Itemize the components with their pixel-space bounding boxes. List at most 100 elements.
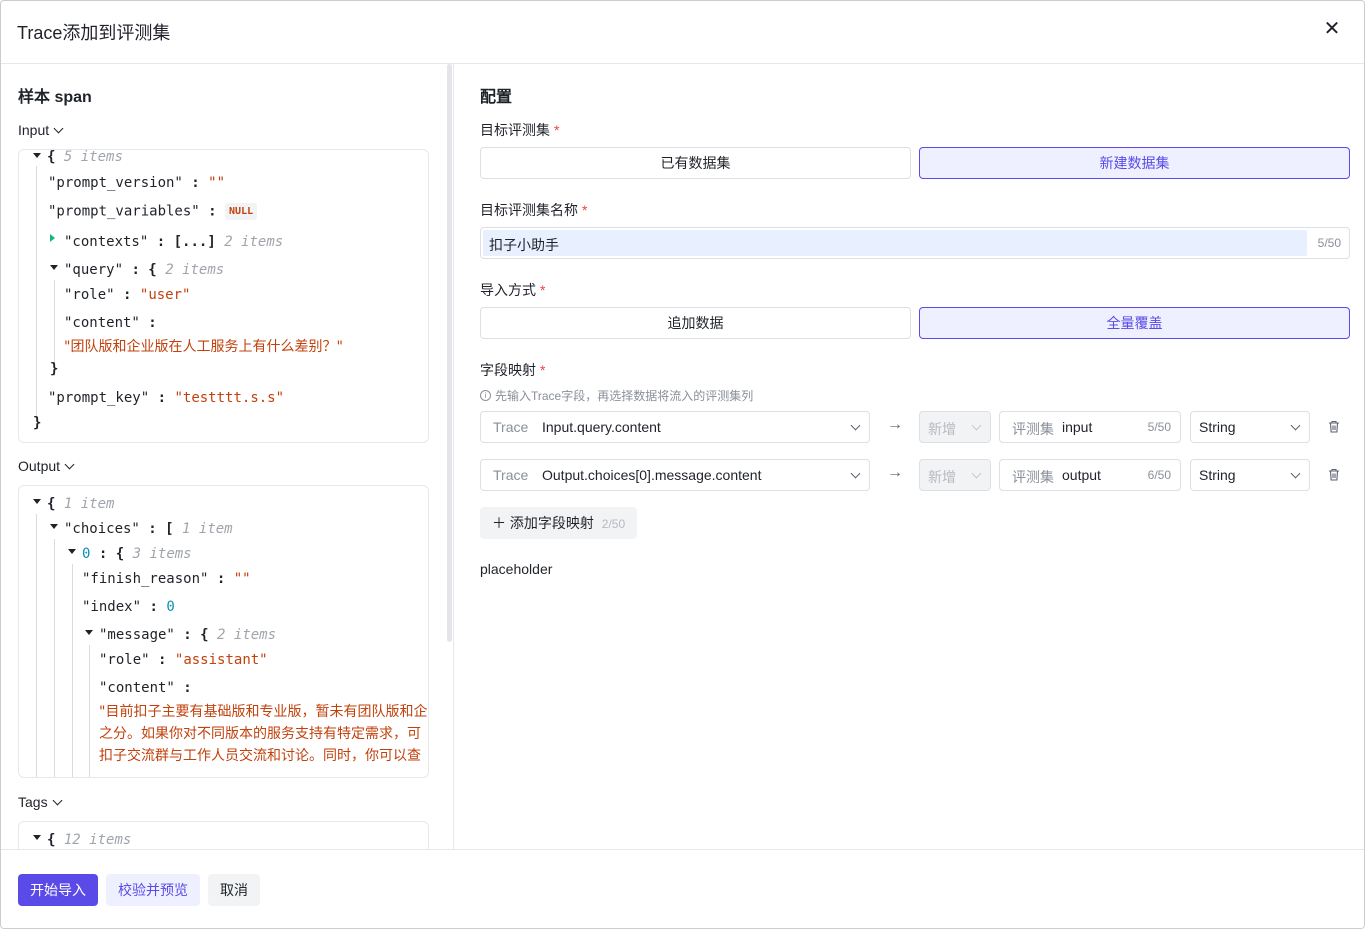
arrow-right-icon: → — [887, 416, 903, 433]
json-root-open: { 5 items — [47, 149, 123, 165]
trash-icon[interactable] — [1328, 420, 1340, 433]
chevron-down-icon — [971, 468, 982, 479]
trace-field-select[interactable]: Trace Input.query.content — [480, 411, 870, 443]
json-row: "role" : "user" — [64, 287, 191, 303]
plus-icon: ＋ — [492, 515, 506, 531]
collapse-triangle-icon[interactable] — [33, 153, 41, 158]
chevron-down-icon — [850, 420, 861, 431]
collapse-triangle-icon[interactable] — [50, 265, 58, 270]
json-row: "prompt_key" : "testttt.s.s" — [48, 390, 285, 406]
field-mapping-label: 字段映射 * — [480, 362, 546, 378]
trash-icon[interactable] — [1328, 468, 1340, 481]
tags-json-viewer: { 12 items — [18, 821, 429, 849]
output-collapse-toggle[interactable]: Output — [18, 458, 75, 474]
json-row: "choices" : [ 1 item — [64, 521, 233, 537]
trace-prefix: Trace — [493, 419, 529, 435]
dataset-column-input[interactable]: 评测集 input 5/50 — [999, 411, 1181, 443]
validate-preview-button[interactable]: 校验并预览 — [106, 874, 200, 906]
arrow-right-icon: → — [887, 464, 903, 481]
json-root-open: { 1 item — [47, 496, 115, 512]
input-collapse-toggle[interactable]: Input — [18, 122, 64, 138]
json-row: "content" : — [99, 680, 192, 696]
add-field-mapping-button[interactable]: ＋ 添加字段映射 2/50 — [480, 507, 638, 539]
dataset-column-counter: 6/50 — [1147, 468, 1171, 482]
json-root-open: { 12 items — [47, 832, 132, 848]
chevron-down-icon — [1290, 468, 1301, 479]
json-row: "message" : { 2 items — [99, 627, 277, 643]
column-type-select[interactable]: String — [1190, 459, 1310, 491]
start-import-button[interactable]: 开始导入 — [18, 874, 98, 906]
collapse-triangle-icon[interactable] — [85, 630, 93, 635]
expand-triangle-icon[interactable] — [50, 234, 55, 242]
json-guide-line — [36, 514, 37, 777]
config-panel: 配置 目标评测集 * 已有数据集 新建数据集 目标评测集名称 * 扣子小助手 5/5… — [454, 64, 1364, 849]
overwrite-all-option[interactable]: 全量覆盖 — [919, 307, 1350, 339]
json-guide-line — [89, 645, 90, 777]
json-guide-line — [72, 564, 73, 777]
json-row: "prompt_version" : "" — [48, 175, 226, 191]
target-dataset-label: 目标评测集 * — [480, 122, 560, 138]
input-json-viewer: { 5 items "prompt_version" : "" "prompt_… — [18, 149, 429, 443]
output-label: Output — [18, 458, 61, 474]
dataset-prefix: 评测集 — [1012, 469, 1054, 485]
chevron-down-icon — [52, 795, 63, 805]
tags-label: Tags — [18, 794, 48, 810]
json-close-brace: } — [50, 361, 59, 377]
trace-field-value: Output.choices[0].message.content — [542, 467, 762, 483]
dataset-name-counter: 5/50 — [1317, 236, 1341, 250]
cancel-button[interactable]: 取消 — [208, 874, 260, 906]
dataset-name-input[interactable]: 扣子小助手 5/50 — [480, 227, 1350, 259]
info-icon: i — [480, 390, 491, 401]
mapping-action-select: 新增 — [919, 459, 991, 491]
tags-collapse-toggle[interactable]: Tags — [18, 794, 63, 810]
json-string-value: "团队版和企业版在人工服务上有什么差别？" — [64, 339, 343, 355]
chevron-down-icon — [64, 459, 75, 469]
json-guide-line — [54, 539, 55, 777]
sample-span-title: 样本 span — [18, 89, 92, 106]
trace-prefix: Trace — [493, 467, 529, 483]
text-selection-highlight — [483, 230, 1307, 256]
collapse-triangle-icon[interactable] — [33, 835, 41, 840]
dataset-column-value: output — [1062, 467, 1101, 483]
dataset-column-value: input — [1062, 419, 1093, 435]
json-string-value: "目前扣子主要有基础版和专业版，暂未有团队版和企 — [99, 704, 428, 720]
chevron-down-icon — [53, 123, 64, 133]
json-string-value: 之分。如果你对不同版本的服务支持有特定需求，可 — [99, 726, 421, 742]
json-row: "finish_reason" : "" — [82, 571, 251, 587]
dataset-prefix: 评测集 — [1012, 421, 1054, 437]
json-row: "query" : { 2 items — [64, 262, 225, 278]
json-row: "content" : — [64, 315, 157, 331]
new-dataset-option[interactable]: 新建数据集 — [919, 147, 1350, 179]
json-guide-line — [36, 166, 37, 418]
dataset-column-counter: 5/50 — [1147, 420, 1171, 434]
dataset-column-input[interactable]: 评测集 output 6/50 — [999, 459, 1181, 491]
trace-field-value: Input.query.content — [542, 419, 661, 435]
config-title: 配置 — [480, 89, 513, 106]
json-row: "contexts" : [...] 2 items — [64, 234, 284, 250]
dialog-header: Trace添加到评测集 ✕ — [1, 1, 1364, 64]
trace-to-dataset-dialog: Trace添加到评测集 ✕ 样本 span Input { 5 items "p… — [0, 0, 1365, 929]
json-row: "index" : 0 — [82, 599, 175, 615]
close-icon[interactable]: ✕ — [1320, 17, 1344, 41]
dialog-title: Trace添加到评测集 — [17, 23, 171, 43]
column-type-select[interactable]: String — [1190, 411, 1310, 443]
chevron-down-icon — [1290, 420, 1301, 431]
output-json-viewer: { 1 item "choices" : [ 1 item 0 : { 3 it… — [18, 485, 429, 778]
collapse-triangle-icon[interactable] — [68, 549, 76, 554]
json-close-brace: } — [33, 415, 42, 431]
import-mode-label: 导入方式 * — [480, 282, 546, 298]
json-row: "prompt_variables" : NULL — [48, 203, 258, 220]
input-label: Input — [18, 122, 50, 138]
mapping-action-select: 新增 — [919, 411, 991, 443]
dataset-name-value: 扣子小助手 — [489, 237, 559, 253]
left-panel-scrollbar[interactable] — [447, 64, 452, 642]
collapse-triangle-icon[interactable] — [50, 524, 58, 529]
collapse-triangle-icon[interactable] — [33, 499, 41, 504]
existing-dataset-option[interactable]: 已有数据集 — [480, 147, 911, 179]
trace-field-select[interactable]: Trace Output.choices[0].message.content — [480, 459, 870, 491]
chevron-down-icon — [971, 420, 982, 431]
append-data-option[interactable]: 追加数据 — [480, 307, 911, 339]
sample-span-panel: 样本 span Input { 5 items "prompt_version"… — [1, 64, 447, 849]
json-row: "role" : "assistant" — [99, 652, 268, 668]
dialog-footer: 开始导入 校验并预览 取消 — [1, 849, 1364, 928]
